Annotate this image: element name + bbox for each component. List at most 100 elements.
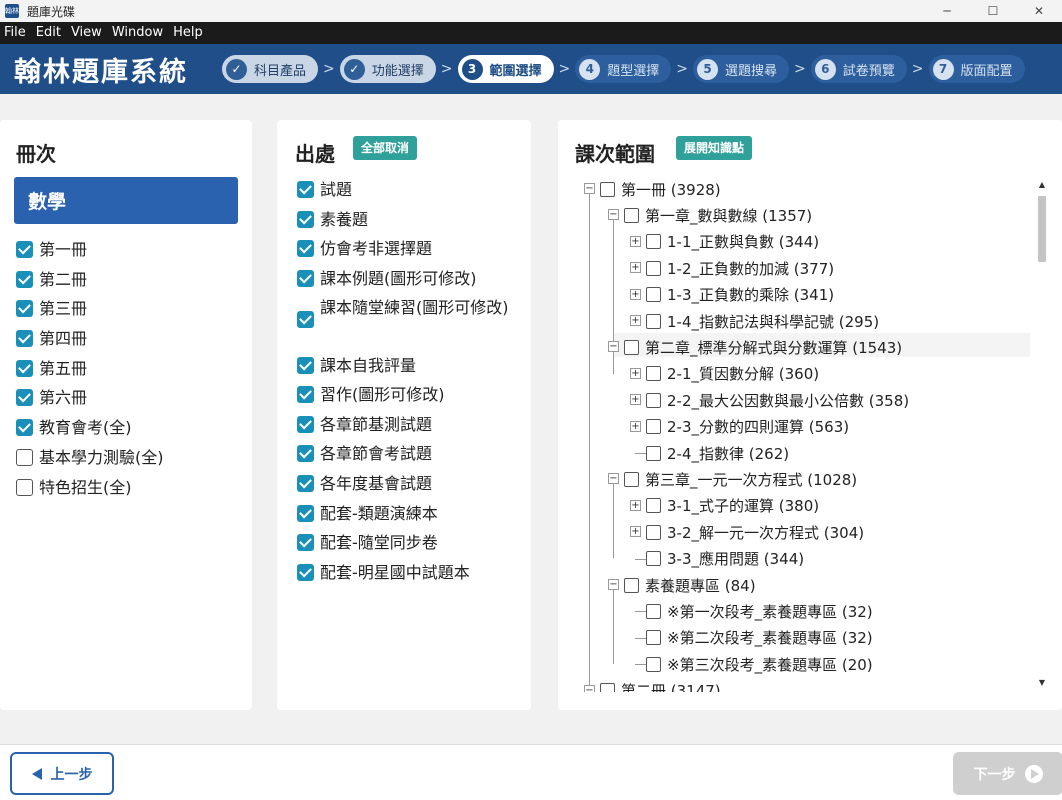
menu-edit[interactable]: Edit <box>31 22 66 44</box>
expand-plus-icon[interactable]: + <box>630 315 641 326</box>
volumes-item[interactable]: 教育會考(全) <box>16 416 164 446</box>
collapse-minus-icon[interactable]: − <box>608 473 619 485</box>
checkbox-unchecked-icon[interactable] <box>624 577 639 593</box>
tree-node[interactable]: 3-3_應用問題 (344) <box>646 546 804 572</box>
checkbox-checked-icon[interactable] <box>297 181 314 198</box>
tree-node[interactable]: ※第二次段考_素養題專區 (32) <box>646 625 873 651</box>
sources-item[interactable]: 各章節會考試題 <box>297 442 509 472</box>
volumes-item[interactable]: 第五冊 <box>16 357 164 387</box>
sources-item[interactable]: 各章節基測試題 <box>297 413 509 443</box>
expand-plus-icon[interactable]: + <box>630 367 641 379</box>
volumes-item[interactable]: 第六冊 <box>16 386 164 416</box>
tree-node[interactable]: 1-1_正數與負數 (344) <box>646 229 819 255</box>
expand-plus-icon[interactable]: + <box>630 262 641 274</box>
checkbox-unchecked-icon[interactable] <box>646 656 661 672</box>
expand-plus-icon[interactable]: + <box>630 235 641 247</box>
tree-node[interactable]: 3-1_式子的運算 (380) <box>646 493 819 519</box>
checkbox-checked-icon[interactable] <box>297 386 314 404</box>
checkbox-checked-icon[interactable] <box>16 389 33 407</box>
checkbox-checked-icon[interactable] <box>297 240 314 258</box>
checkbox-unchecked-icon[interactable] <box>646 234 661 250</box>
collapse-minus-icon[interactable]: − <box>584 183 595 194</box>
tree-node[interactable]: 第二章_標準分解式與分數運算 (1543) <box>624 334 902 360</box>
step-4[interactable]: 4 題型選擇 <box>575 55 672 83</box>
volumes-item[interactable]: 基本學力測驗(全) <box>16 446 164 476</box>
scroll-up-icon[interactable]: ▲ <box>1036 180 1048 190</box>
collapse-minus-icon[interactable]: − <box>584 684 595 692</box>
checkbox-checked-icon[interactable] <box>297 356 314 374</box>
sources-item[interactable]: 習作(圖形可修改) <box>297 383 509 413</box>
tree-node[interactable]: 2-1_質因數分解 (360) <box>646 361 819 387</box>
clear-all-button[interactable]: 全部取消 <box>353 136 418 160</box>
checkbox-unchecked-icon[interactable] <box>624 339 639 355</box>
sources-item[interactable]: 課本自我評量 <box>297 354 509 384</box>
expand-knowledge-button[interactable]: 展開知識點 <box>676 136 753 160</box>
volumes-item[interactable]: 第四冊 <box>16 327 164 357</box>
checkbox-checked-icon[interactable] <box>297 474 314 492</box>
checkbox-checked-icon[interactable] <box>16 300 33 318</box>
checkbox-checked-icon[interactable] <box>16 270 33 288</box>
close-icon[interactable]: ✕ <box>1016 0 1062 22</box>
checkbox-unchecked-icon[interactable] <box>646 630 661 646</box>
checkbox-unchecked-icon[interactable] <box>600 181 615 197</box>
checkbox-unchecked-icon[interactable] <box>646 603 661 619</box>
tree-node[interactable]: 第一冊 (3928) <box>600 176 721 202</box>
checkbox-unchecked-icon[interactable] <box>646 392 661 408</box>
checkbox-unchecked-icon[interactable] <box>646 551 661 567</box>
step-3[interactable]: 3 範圍選擇 <box>457 55 554 83</box>
volumes-item[interactable]: 特色招生(全) <box>16 476 164 506</box>
tree-node[interactable]: 3-2_解一元一次方程式 (304) <box>646 519 864 545</box>
volumes-item[interactable]: 第一冊 <box>16 238 164 268</box>
tree-node[interactable]: 第一章_數與數線 (1357) <box>624 202 812 228</box>
prev-step-button[interactable]: 上一步 <box>10 752 114 795</box>
checkbox-unchecked-icon[interactable] <box>646 445 661 461</box>
sources-item[interactable]: 素養題 <box>297 208 509 238</box>
menu-help[interactable]: Help <box>168 22 208 44</box>
checkbox-unchecked-icon[interactable] <box>646 260 661 276</box>
checkbox-unchecked-icon[interactable] <box>646 313 661 329</box>
collapse-minus-icon[interactable]: − <box>608 579 619 590</box>
collapse-minus-icon[interactable]: − <box>608 209 619 221</box>
checkbox-checked-icon[interactable] <box>297 415 314 433</box>
checkbox-unchecked-icon[interactable] <box>600 683 615 692</box>
checkbox-unchecked-icon[interactable] <box>16 478 33 496</box>
sources-item[interactable]: 試題 <box>297 178 509 208</box>
volumes-item[interactable]: 第二冊 <box>16 268 164 298</box>
tree-node[interactable]: 1-3_正負數的乘除 (341) <box>646 282 834 308</box>
checkbox-checked-icon[interactable] <box>297 504 314 522</box>
sources-item[interactable]: 配套-類題演練本 <box>297 502 509 532</box>
tree-node[interactable]: 2-2_最大公因數與最小公倍數 (358) <box>646 387 909 413</box>
sources-item[interactable]: 配套-隨堂同步卷 <box>297 531 509 561</box>
checkbox-checked-icon[interactable] <box>16 359 33 377</box>
checkbox-checked-icon[interactable] <box>297 210 314 228</box>
sources-item[interactable]: 課本隨堂練習(圖形可修改) <box>297 296 509 353</box>
step-7[interactable]: 7 版面配置 <box>928 55 1025 83</box>
checkbox-checked-icon[interactable] <box>297 445 314 463</box>
checkbox-unchecked-icon[interactable] <box>646 419 661 435</box>
checkbox-checked-icon[interactable] <box>16 330 33 348</box>
tree-node[interactable]: 1-2_正負數的加減 (377) <box>646 255 834 281</box>
tree-node[interactable]: 第二冊 (3147) <box>600 678 721 692</box>
tree-node[interactable]: ※第三次段考_素養題專區 (20) <box>646 651 873 677</box>
volumes-item[interactable]: 第三冊 <box>16 297 164 327</box>
tree-node[interactable]: 第三章_一元一次方程式 (1028) <box>624 466 857 492</box>
expand-plus-icon[interactable]: + <box>630 288 641 300</box>
step-6[interactable]: 6 試卷預覽 <box>810 55 907 83</box>
checkbox-checked-icon[interactable] <box>297 269 314 287</box>
sources-item[interactable]: 配套-明星國中試題本 <box>297 561 509 591</box>
checkbox-checked-icon[interactable] <box>297 563 314 581</box>
checkbox-unchecked-icon[interactable] <box>646 287 661 303</box>
sources-item[interactable]: 課本例題(圖形可修改) <box>297 267 509 297</box>
menu-window[interactable]: Window <box>107 22 168 44</box>
next-step-button[interactable]: 下一步 <box>953 752 1062 795</box>
scroll-down-icon[interactable]: ▼ <box>1036 678 1048 688</box>
step-1[interactable]: ✓ 科目產品 <box>222 55 319 83</box>
tree-node[interactable]: 素養題專區 (84) <box>624 572 756 598</box>
sources-item[interactable]: 各年度基會試題 <box>297 472 509 502</box>
minimize-icon[interactable]: ─ <box>924 0 970 22</box>
checkbox-unchecked-icon[interactable] <box>624 207 639 223</box>
subject-math-button[interactable]: 數學 <box>14 177 238 224</box>
checkbox-unchecked-icon[interactable] <box>16 448 33 466</box>
maximize-icon[interactable]: ☐ <box>970 0 1016 22</box>
scroll-thumb[interactable] <box>1038 196 1046 262</box>
